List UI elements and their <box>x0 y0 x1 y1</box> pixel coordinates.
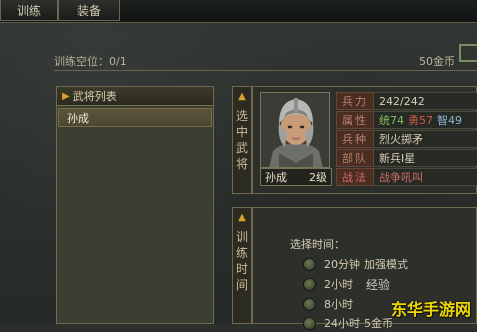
stat-row-unit-type: 兵种 烈火掷矛 <box>336 130 477 148</box>
tab-char: 武 <box>235 141 248 155</box>
tab-char: 练 <box>235 246 248 260</box>
general-level: 2级 <box>309 171 327 184</box>
stat-value: 统74 勇57 智49 <box>374 111 477 129</box>
tab-char: 选 <box>235 109 248 123</box>
general-portrait <box>260 92 330 168</box>
stat-value: 烈火掷矛 <box>374 130 477 148</box>
tab-training[interactable]: 训练 <box>0 0 58 21</box>
training-time-title: 选择时间： <box>290 238 345 251</box>
watermark: 东华手游网 <box>390 300 471 319</box>
tab-char: 训 <box>235 230 248 244</box>
stat-row-attributes: 属性 统74 勇57 智49 <box>336 111 477 129</box>
tab-char: 中 <box>235 125 248 139</box>
training-time-tab: ▲ 训 练 时 间 <box>232 207 252 324</box>
general-list-title: 武将列表 <box>72 90 117 103</box>
tab-char: 将 <box>235 157 248 171</box>
radio-button[interactable] <box>303 277 316 291</box>
stat-label: 战法 <box>336 168 374 186</box>
time-option[interactable]: 24小时 5金币 <box>303 314 393 332</box>
triangle-up-icon: ▲ <box>238 91 246 102</box>
divider <box>54 70 477 71</box>
radio-button[interactable] <box>303 297 316 311</box>
stat-row-troops: 兵力 242/242 <box>336 92 477 110</box>
stat-value: 新兵Ⅰ星 <box>374 149 477 167</box>
attr-valor: 勇57 <box>408 114 433 127</box>
stat-value: 242/242 <box>374 92 477 110</box>
time-option-duration: 24小时 <box>324 317 360 330</box>
stat-row-tactic: 战法 战争吼叫 <box>336 168 477 186</box>
time-option-mode: 加强模式 <box>364 258 408 271</box>
gold-slot <box>459 44 477 62</box>
list-item-general[interactable]: 孙成 <box>58 108 212 127</box>
time-option-duration: 20分钟 <box>324 258 360 271</box>
tab-char: 时 <box>235 262 248 276</box>
time-option-mode: 5金币 <box>364 317 393 330</box>
top-tab-bar: 训练 装备 <box>0 0 477 23</box>
time-option[interactable]: 8小时 <box>303 295 364 313</box>
triangle-up-icon: ▲ <box>238 212 246 223</box>
general-list-panel: ▶ 武将列表 孙成 <box>56 86 214 324</box>
attr-intellect: 智49 <box>437 114 462 127</box>
stat-label: 部队 <box>336 149 374 167</box>
time-option-duration: 2小时 <box>324 278 353 291</box>
selected-general-tab: ▲ 选 中 武 将 <box>232 86 252 194</box>
stat-row-troop: 部队 新兵Ⅰ星 <box>336 149 477 167</box>
radio-button[interactable] <box>303 316 316 330</box>
stat-label: 兵力 <box>336 92 374 110</box>
general-name-bar: 孙成 2级 <box>260 168 332 186</box>
radio-button[interactable] <box>303 257 316 271</box>
stat-value: 战争吼叫 <box>374 168 477 186</box>
stat-label: 兵种 <box>336 130 374 148</box>
watermark-icon: 经验 <box>365 277 390 292</box>
time-option[interactable]: 20分钟 加强模式 <box>303 255 408 273</box>
time-option-duration: 8小时 <box>324 298 353 311</box>
stat-label: 属性 <box>336 111 374 129</box>
general-list-header: ▶ 武将列表 <box>57 87 213 106</box>
tab-equipment[interactable]: 装备 <box>58 0 120 21</box>
gold-label: 50金币 <box>419 55 455 68</box>
training-slots-label: 训练空位：0/1 <box>54 55 127 68</box>
general-name: 孙成 <box>265 171 287 184</box>
attr-leadership: 统74 <box>379 114 404 127</box>
triangle-icon: ▶ <box>62 90 70 102</box>
tab-char: 间 <box>235 278 248 292</box>
time-option[interactable]: 2小时 <box>303 275 364 293</box>
